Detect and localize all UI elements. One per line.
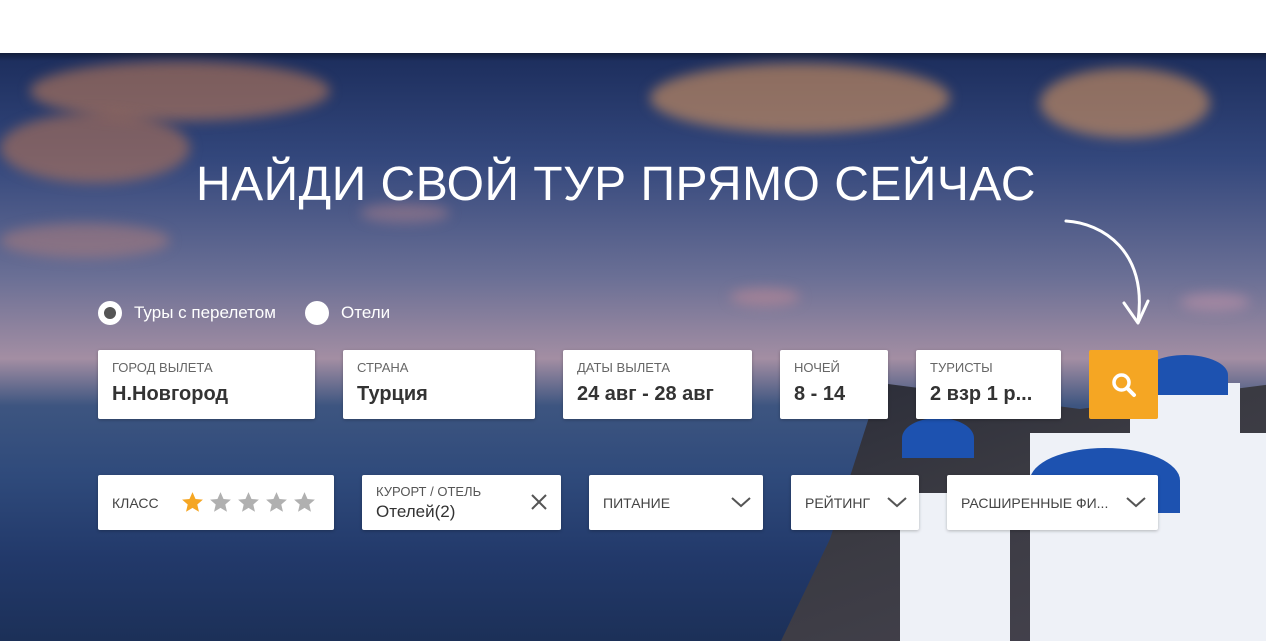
blue-dome: [902, 418, 974, 458]
top-header-bar: [0, 0, 1266, 53]
tourists-field[interactable]: ТУРИСТЫ 2 взр 1 р...: [916, 350, 1061, 419]
chevron-down-icon: [731, 497, 751, 508]
star-icon[interactable]: [208, 490, 233, 515]
food-filter[interactable]: ПИТАНИЕ: [589, 475, 763, 530]
radio-hotels[interactable]: Отели: [305, 301, 390, 325]
search-icon: [1111, 372, 1136, 397]
radio-tours-with-flight[interactable]: Туры с перелетом: [98, 301, 276, 325]
field-label: ТУРИСТЫ: [930, 360, 993, 375]
star-icon[interactable]: [292, 490, 317, 515]
resort-hotel-filter[interactable]: КУРОРТ / ОТЕЛЬ Отелей(2): [362, 475, 561, 530]
field-label: СТРАНА: [357, 360, 409, 375]
cloud: [30, 61, 330, 121]
country-field[interactable]: СТРАНА Турция: [343, 350, 535, 419]
cloud: [1040, 68, 1210, 138]
filter-label: КЛАСС: [112, 495, 159, 511]
cloud: [0, 113, 190, 183]
filter-label: РАСШИРЕННЫЕ ФИ...: [961, 495, 1109, 511]
radio-label: Отели: [341, 303, 391, 322]
cloud: [0, 223, 170, 258]
rating-filter[interactable]: РЕЙТИНГ: [791, 475, 919, 530]
search-button[interactable]: [1089, 350, 1158, 419]
class-filter[interactable]: КЛАСС: [98, 475, 334, 530]
star-icon[interactable]: [236, 490, 261, 515]
field-label: ГОРОД ВЫЛЕТА: [112, 360, 213, 375]
chevron-down-icon: [887, 497, 907, 508]
page-title: НАЙДИ СВОЙ ТУР ПРЯМО СЕЙЧАС: [196, 158, 1037, 211]
cloud: [1180, 293, 1250, 311]
field-value: Турция: [357, 383, 428, 405]
field-value: Н.Новгород: [112, 383, 229, 405]
radio-label: Туры с перелетом: [134, 303, 276, 322]
field-value: 2 взр 1 р...: [930, 383, 1033, 405]
star-rating[interactable]: [180, 490, 317, 515]
cloud: [730, 288, 800, 306]
filter-value: Отелей(2): [376, 502, 456, 521]
radio-checked-icon[interactable]: [98, 301, 122, 325]
radio-unchecked-icon[interactable]: [305, 301, 329, 325]
arrow-down-icon: [1064, 219, 1150, 325]
cloud: [650, 63, 950, 133]
field-label: ДАТЫ ВЫЛЕТА: [577, 360, 671, 375]
field-value: 24 авг - 28 авг: [577, 383, 714, 405]
filter-label: ПИТАНИЕ: [603, 495, 671, 511]
nights-field[interactable]: НОЧЕЙ 8 - 14: [780, 350, 888, 419]
dates-field[interactable]: ДАТЫ ВЫЛЕТА 24 авг - 28 авг: [563, 350, 752, 419]
field-label: НОЧЕЙ: [794, 360, 840, 375]
header-shadow: [0, 53, 1266, 61]
advanced-filters[interactable]: РАСШИРЕННЫЕ ФИ...: [947, 475, 1158, 530]
close-icon[interactable]: [529, 492, 549, 512]
departure-city-field[interactable]: ГОРОД ВЫЛЕТА Н.Новгород: [98, 350, 315, 419]
star-icon[interactable]: [180, 490, 205, 515]
field-value: 8 - 14: [794, 383, 846, 405]
filter-label: КУРОРТ / ОТЕЛЬ: [376, 484, 482, 499]
filter-label: РЕЙТИНГ: [805, 495, 871, 511]
chevron-down-icon: [1126, 497, 1146, 508]
hero-banner: НАЙДИ СВОЙ ТУР ПРЯМО СЕЙЧАС Туры с перел…: [0, 53, 1266, 641]
star-icon[interactable]: [264, 490, 289, 515]
